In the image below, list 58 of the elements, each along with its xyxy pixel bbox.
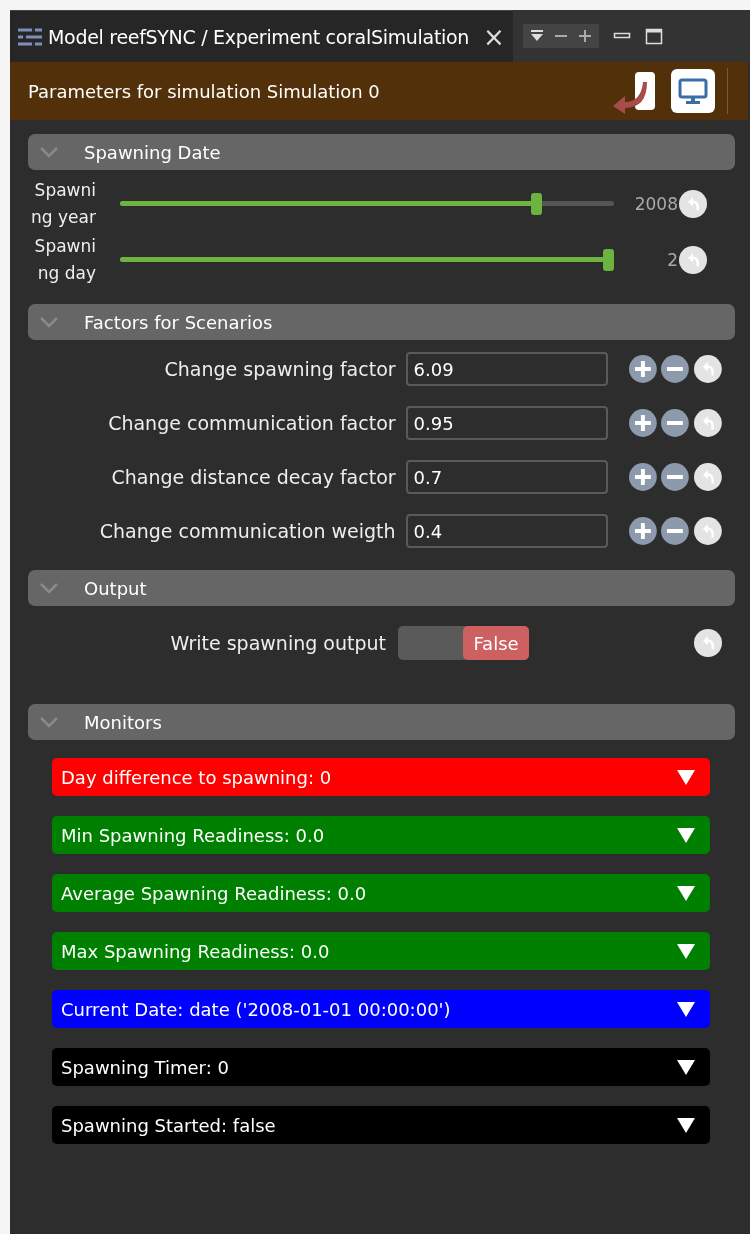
dropdown-icon <box>676 827 696 843</box>
input-field[interactable]: 0.95 <box>405 406 608 440</box>
undo-icon[interactable] <box>678 189 708 219</box>
section-header[interactable]: Spawning Date <box>28 134 735 170</box>
field-label: Change communication factor <box>107 412 397 434</box>
dropdown-icon <box>676 769 696 785</box>
monitor-bar[interactable]: Spawning Timer: 0 <box>52 1048 710 1086</box>
slider-thumb[interactable] <box>603 249 614 271</box>
slider-value: 2 <box>666 250 678 270</box>
monitor-bar[interactable]: Max Spawning Readiness: 0.0 <box>52 932 710 970</box>
editor-tab[interactable]: Model reefSYNC / Experiment coralSimulation × <box>10 10 513 62</box>
field-label: Change distance decay factor <box>110 466 397 488</box>
slider-label: Spawning year <box>30 179 96 229</box>
section-header[interactable]: Factors for Scenarios <box>28 304 735 340</box>
minus-icon[interactable] <box>660 354 691 384</box>
sliders-icon <box>18 25 42 48</box>
slider-label: Spawning day <box>33 235 96 285</box>
field-label: Change communication weigth <box>98 520 397 542</box>
input-field[interactable]: 0.7 <box>405 460 608 494</box>
undo-icon[interactable] <box>693 516 723 546</box>
header-title: Parameters for simulation Simulation 0 <box>28 80 380 102</box>
monitor-icon <box>678 77 708 105</box>
section-header[interactable]: Monitors <box>28 704 735 740</box>
dropdown-icon <box>676 943 696 959</box>
dropdown-icon <box>676 1117 696 1133</box>
field-label: Change spawning factor <box>163 358 397 380</box>
section-header[interactable]: Output <box>28 570 735 606</box>
display-button[interactable] <box>671 69 715 113</box>
undo-icon[interactable] <box>678 245 708 275</box>
undo-icon[interactable] <box>693 628 723 658</box>
slider[interactable] <box>120 193 614 215</box>
monitor-bar[interactable]: Average Spawning Readiness: 0.0 <box>52 874 710 912</box>
monitor-bar[interactable]: Spawning Started: false <box>52 1106 710 1144</box>
plus-icon[interactable] <box>627 516 658 546</box>
slider-thumb[interactable] <box>530 193 542 215</box>
undo-icon[interactable] <box>693 354 723 384</box>
monitor-bar[interactable]: Current Date: date ('2008-01-01 00:00:00') <box>52 990 710 1028</box>
maximize-icon[interactable] <box>644 27 663 45</box>
minus-icon[interactable] <box>660 516 691 546</box>
plus-icon[interactable] <box>627 408 658 438</box>
close-button[interactable]: × <box>483 23 505 50</box>
switch-label: Write spawning output <box>169 632 387 654</box>
slider[interactable] <box>120 249 614 271</box>
plus-icon[interactable] <box>627 354 658 384</box>
dropdown-icon <box>676 1001 696 1017</box>
slider-value: 2008 <box>633 194 678 214</box>
dropdown-icon <box>676 885 696 901</box>
monitor-bar[interactable]: Min Spawning Readiness: 0.0 <box>52 816 710 854</box>
plus-icon[interactable] <box>627 462 658 492</box>
minus-icon[interactable] <box>660 462 691 492</box>
monitor-bar[interactable]: Day difference to spawning: 0 <box>52 758 710 796</box>
undo-icon[interactable] <box>693 408 723 438</box>
toggle-switch[interactable]: False <box>398 626 529 660</box>
input-field[interactable]: 6.09 <box>405 352 608 386</box>
input-field[interactable]: 0.4 <box>405 514 608 548</box>
dropdown-icon <box>676 1059 696 1075</box>
undo-icon[interactable] <box>693 462 723 492</box>
minus-icon[interactable] <box>660 408 691 438</box>
